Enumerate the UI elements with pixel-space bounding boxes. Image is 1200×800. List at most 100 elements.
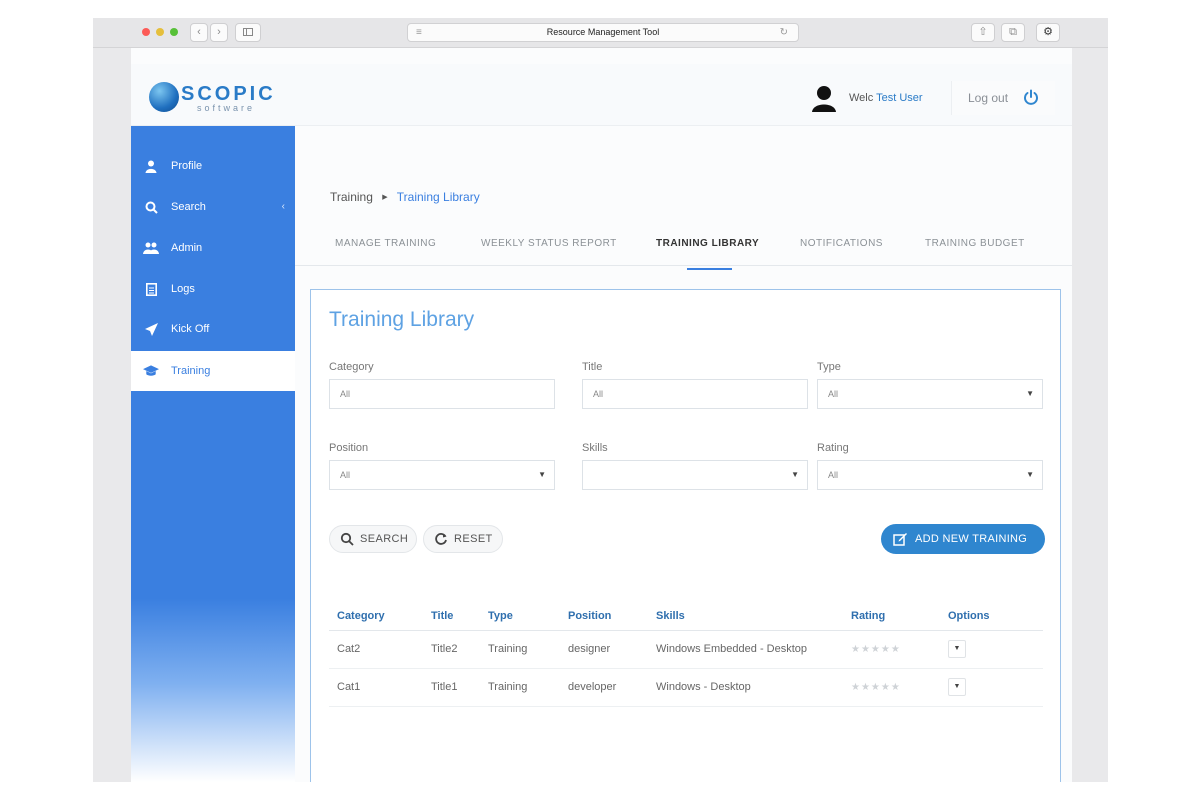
sidebar-item-label: Training <box>171 365 211 377</box>
sidebar-item-search[interactable]: Search ‹ <box>131 187 295 227</box>
caret-down-icon: ▼ <box>1026 470 1034 479</box>
welcome-text: Welc Test User <box>849 92 923 104</box>
share-button[interactable]: ⇧ <box>971 23 995 42</box>
zoom-window-button[interactable] <box>170 28 178 36</box>
power-icon[interactable] <box>1023 89 1039 105</box>
column-header-category[interactable]: Category <box>329 602 423 631</box>
rating-select[interactable]: All ▼ <box>817 460 1043 490</box>
page-url-title: Resource Management Tool <box>546 27 660 37</box>
sidebar-item-label: Search <box>171 201 206 213</box>
reload-icon[interactable]: ↻ <box>780 24 788 41</box>
avatar[interactable] <box>811 84 837 112</box>
search-button[interactable]: SEARCH <box>329 525 417 553</box>
breadcrumb-parent[interactable]: Training <box>330 190 373 204</box>
welcome-prefix: Welc <box>849 92 874 104</box>
table-header-row: Category Title Type Position Skills Rati… <box>329 602 1043 631</box>
column-header-position[interactable]: Position <box>560 602 648 631</box>
column-header-rating[interactable]: Rating <box>843 602 940 631</box>
breadcrumb-current: Training Library <box>396 190 480 204</box>
skills-label: Skills <box>582 442 608 454</box>
sidebar-item-kick-off[interactable]: Kick Off <box>131 309 295 349</box>
breadcrumb-arrow-icon: ▶ <box>382 194 388 201</box>
sidebar-item-admin[interactable]: Admin <box>131 228 295 268</box>
title-field[interactable]: All <box>582 379 808 409</box>
logo-subtitle: software <box>197 103 256 113</box>
tabs-button[interactable]: ⧉ <box>1001 23 1025 42</box>
user-name-link[interactable]: Test User <box>876 92 922 104</box>
breadcrumb: Training ▶ Training Library <box>330 190 480 204</box>
logout-label: Log out <box>968 91 1009 105</box>
cell-options: ▼ <box>940 668 1043 707</box>
caret-down-icon: ▼ <box>791 470 799 479</box>
graduation-cap-icon <box>143 351 159 391</box>
extensions-button[interactable]: ⚙ <box>1036 23 1060 42</box>
add-new-training-label: ADD NEW TRAINING <box>915 533 1028 545</box>
edit-icon <box>893 533 907 546</box>
column-header-options: Options <box>940 602 1043 631</box>
options-dropdown-button[interactable]: ▼ <box>948 640 966 658</box>
skills-select[interactable]: ▼ <box>582 460 808 490</box>
sidebar-item-label: Profile <box>171 160 203 172</box>
type-select[interactable]: All ▼ <box>817 379 1043 409</box>
sidebar-item-label: Kick Off <box>171 323 210 335</box>
category-label: Category <box>329 361 374 373</box>
tab-manage-training[interactable]: MANAGE TRAINING <box>335 238 436 249</box>
rating-value: All <box>828 470 839 480</box>
sidebar-item-label: Admin <box>171 242 203 254</box>
address-bar[interactable]: ≡ Resource Management Tool ↻ <box>407 23 799 42</box>
cell-rating: ★★★★★ <box>843 668 940 707</box>
column-header-skills[interactable]: Skills <box>648 602 843 631</box>
cell-position: designer <box>560 630 648 669</box>
type-value: All <box>828 389 839 399</box>
cell-type: Training <box>480 630 560 669</box>
sidebar-item-profile[interactable]: Profile <box>131 146 295 186</box>
table-row[interactable]: Cat1 Title1 Training developer Windows -… <box>329 668 1043 707</box>
sidebar: Profile Search ‹ Admin Logs Kick Off Tra… <box>131 126 295 782</box>
app-root: SCOPIC software Welc Test User Log out P… <box>131 48 1072 782</box>
position-label: Position <box>329 442 369 454</box>
sidebar-item-training[interactable]: Training <box>131 351 295 391</box>
back-button[interactable]: ‹ <box>190 23 208 42</box>
sidebar-toggle-button[interactable] <box>235 23 261 42</box>
cell-rating: ★★★★★ <box>843 630 940 669</box>
tab-training-library[interactable]: TRAINING LIBRARY <box>656 238 759 249</box>
active-tab-indicator <box>687 268 732 270</box>
reset-button-label: RESET <box>454 533 493 545</box>
sidebar-item-logs[interactable]: Logs <box>131 269 295 309</box>
sidebar-item-label: Logs <box>171 283 195 295</box>
logout-button[interactable]: Log out <box>951 81 1055 115</box>
options-dropdown-button[interactable]: ▼ <box>948 678 966 696</box>
tab-bar: MANAGE TRAINING WEEKLY STATUS REPORT TRA… <box>295 224 1072 266</box>
forward-button[interactable]: › <box>210 23 228 42</box>
position-select[interactable]: All ▼ <box>329 460 555 490</box>
tab-training-budget[interactable]: TRAINING BUDGET <box>925 238 1025 249</box>
minimize-window-button[interactable] <box>156 28 164 36</box>
scopic-logo-icon <box>149 82 179 112</box>
cell-options: ▼ <box>940 630 1043 669</box>
cell-title: Title2 <box>423 630 480 669</box>
search-icon <box>143 187 159 227</box>
browser-toolbar: ‹ › ≡ Resource Management Tool ↻ ⇧ ⧉ ⚙ <box>93 18 1108 48</box>
cell-title: Title1 <box>423 668 480 707</box>
rating-stars[interactable]: ★★★★★ <box>851 682 901 693</box>
tab-notifications[interactable]: NOTIFICATIONS <box>800 238 883 249</box>
cell-position: developer <box>560 668 648 707</box>
cell-type: Training <box>480 668 560 707</box>
tab-weekly-status-report[interactable]: WEEKLY STATUS REPORT <box>481 238 617 249</box>
table-row[interactable]: Cat2 Title2 Training designer Windows Em… <box>329 630 1043 669</box>
browser-window: ‹ › ≡ Resource Management Tool ↻ ⇧ ⧉ ⚙ S… <box>93 18 1108 782</box>
rating-stars[interactable]: ★★★★★ <box>851 644 901 655</box>
category-field[interactable]: All <box>329 379 555 409</box>
document-icon <box>143 269 159 309</box>
reset-button[interactable]: RESET <box>423 525 503 553</box>
column-header-title[interactable]: Title <box>423 602 480 631</box>
type-label: Type <box>817 361 841 373</box>
add-new-training-button[interactable]: ADD NEW TRAINING <box>881 524 1045 554</box>
column-header-type[interactable]: Type <box>480 602 560 631</box>
chevron-left-icon[interactable]: ‹ <box>282 187 285 227</box>
search-icon <box>340 532 354 546</box>
title-value: All <box>593 389 604 399</box>
cell-category: Cat1 <box>329 668 423 707</box>
close-window-button[interactable] <box>142 28 150 36</box>
reader-icon[interactable]: ≡ <box>416 24 422 41</box>
